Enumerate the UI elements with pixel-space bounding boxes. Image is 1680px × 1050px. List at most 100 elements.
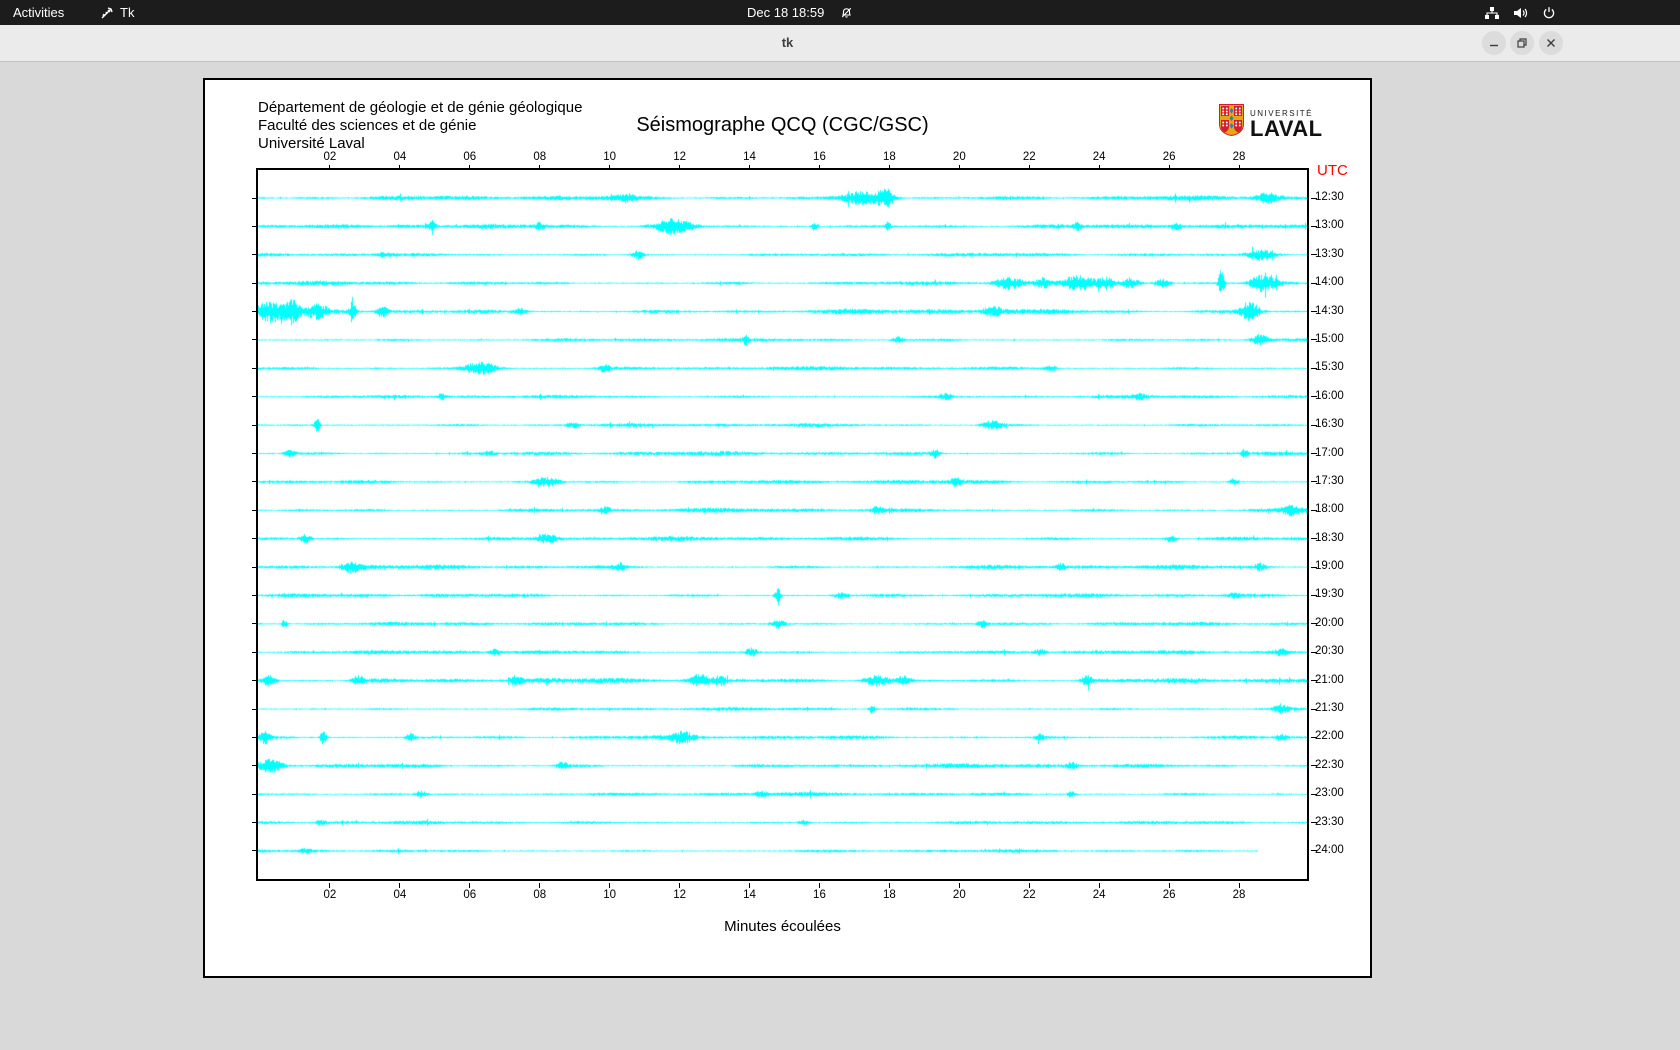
left-tick: [252, 708, 258, 710]
x-axis-bottom-tick-label: 02: [323, 889, 337, 901]
chart-title: Séismographe QCQ (CGC/GSC): [636, 114, 929, 136]
trace-time-label: 24:00: [1315, 843, 1344, 856]
x-axis-top-tick: [1028, 165, 1030, 170]
x-axis-bottom-tick-label: 24: [1092, 889, 1106, 901]
x-axis-top-tick: [1238, 165, 1240, 170]
trace-time-label: 14:00: [1315, 276, 1344, 289]
x-axis-top-tick: [958, 165, 960, 170]
x-axis-bottom-tick-label: 14: [743, 889, 756, 901]
left-tick: [252, 453, 258, 455]
left-tick: [252, 197, 258, 199]
focused-app-indicator[interactable]: Tk: [100, 0, 134, 25]
trace-time-label: 17:30: [1315, 474, 1344, 487]
x-axis-bottom-tick: [749, 883, 751, 888]
left-tick: [252, 509, 258, 511]
activities-button[interactable]: Activities: [13, 0, 64, 25]
x-axis-top-tick: [329, 165, 331, 170]
x-axis-bottom-tick: [469, 883, 471, 888]
trace-time-label: 15:30: [1315, 361, 1344, 374]
minimize-button[interactable]: [1482, 31, 1506, 55]
trace-time-label: 20:30: [1315, 645, 1344, 658]
x-axis-top-tick: [539, 165, 541, 170]
left-tick: [252, 822, 258, 824]
laval-logo: UNIVERSITÉ LAVAL: [1219, 104, 1323, 141]
seismograph-canvas: Département de géologie et de génie géol…: [203, 78, 1372, 978]
x-axis-bottom-tick: [958, 883, 960, 888]
trace-time-label: 19:00: [1315, 560, 1344, 573]
left-tick: [252, 311, 258, 313]
window-content: Département de géologie et de génie géol…: [0, 62, 1680, 1050]
network-icon: [1484, 6, 1500, 20]
x-axis-bottom-tick-label: 22: [1022, 889, 1036, 901]
x-axis-top-tick-label: 18: [882, 151, 896, 163]
x-axis-bottom-tick: [1238, 883, 1240, 888]
maximize-button[interactable]: [1510, 31, 1534, 55]
clock-menu[interactable]: Dec 18 18:59: [747, 0, 853, 25]
logo-shield-icon: [1219, 104, 1244, 136]
x-axis-bottom-tick: [679, 883, 681, 888]
x-axis-top-tick-label: 28: [1232, 151, 1246, 163]
trace-time-label: 14:30: [1315, 304, 1344, 317]
notifications-disabled-icon: [840, 6, 853, 19]
close-button[interactable]: [1539, 31, 1563, 55]
left-tick: [252, 396, 258, 398]
left-tick: [252, 225, 258, 227]
x-axis-top-tick: [469, 165, 471, 170]
system-status-area[interactable]: [1484, 0, 1556, 25]
volume-icon: [1513, 6, 1529, 20]
clock-label: Dec 18 18:59: [747, 5, 825, 20]
x-axis-bottom-tick: [539, 883, 541, 888]
x-axis-top-tick-label: 20: [952, 151, 966, 163]
left-tick: [252, 481, 258, 483]
x-axis-top-tick-label: 10: [603, 151, 617, 163]
x-axis-bottom-tick-label: 08: [533, 889, 547, 901]
plot-frame: [256, 168, 1309, 881]
x-axis-top-tick: [818, 165, 820, 170]
trace-time-label: 23:00: [1315, 787, 1344, 800]
x-axis-top-tick-label: 22: [1022, 151, 1036, 163]
window-titlebar[interactable]: tk: [0, 25, 1680, 62]
x-axis-bottom-tick-label: 04: [393, 889, 407, 901]
logo-laval-text: LAVAL: [1250, 116, 1323, 141]
x-axis-bottom-tick: [399, 883, 401, 888]
x-axis-top-tick: [1098, 165, 1100, 170]
x-axis-bottom-tick-label: 18: [882, 889, 896, 901]
x-axis-bottom-tick-label: 06: [463, 889, 477, 901]
x-axis-top-tick: [679, 165, 681, 170]
x-axis-bottom-tick: [1168, 883, 1170, 888]
trace-time-label: 20:00: [1315, 616, 1344, 629]
x-axis-top-tick-label: 08: [533, 151, 547, 163]
x-axis-top-tick: [1168, 165, 1170, 170]
x-axis-top-tick-label: 14: [743, 151, 756, 163]
x-axis-top-tick-label: 24: [1092, 151, 1106, 163]
utc-label: UTC: [1317, 162, 1348, 179]
tk-app-icon: [100, 6, 114, 20]
window-title: tk: [781, 35, 794, 50]
x-axis-top-tick: [749, 165, 751, 170]
left-tick: [252, 566, 258, 568]
left-tick: [252, 793, 258, 795]
left-tick: [252, 424, 258, 426]
left-tick: [252, 850, 258, 852]
x-axis-bottom-tick-label: 12: [673, 889, 686, 901]
x-axis-top-tick-label: 02: [323, 151, 337, 163]
x-axis-top-tick-label: 12: [673, 151, 686, 163]
trace-time-label: 22:30: [1315, 758, 1344, 771]
trace-time-label: 21:00: [1315, 673, 1344, 686]
minimize-icon: [1490, 44, 1498, 47]
x-axis-top-tick-label: 04: [393, 151, 407, 163]
x-axis-bottom-tick: [1098, 883, 1100, 888]
x-axis-bottom-tick: [329, 883, 331, 888]
x-axis-bottom-tick: [888, 883, 890, 888]
trace-time-label: 18:00: [1315, 503, 1344, 516]
maximize-icon: [1517, 38, 1527, 48]
trace-time-label: 22:00: [1315, 730, 1344, 743]
x-axis-top-tick-label: 06: [463, 151, 477, 163]
x-axis-bottom-tick: [609, 883, 611, 888]
trace-time-label: 13:30: [1315, 247, 1344, 260]
trace-time-label: 18:30: [1315, 531, 1344, 544]
left-tick: [252, 282, 258, 284]
x-axis-bottom-tick: [818, 883, 820, 888]
left-tick: [252, 594, 258, 596]
left-tick: [252, 254, 258, 256]
